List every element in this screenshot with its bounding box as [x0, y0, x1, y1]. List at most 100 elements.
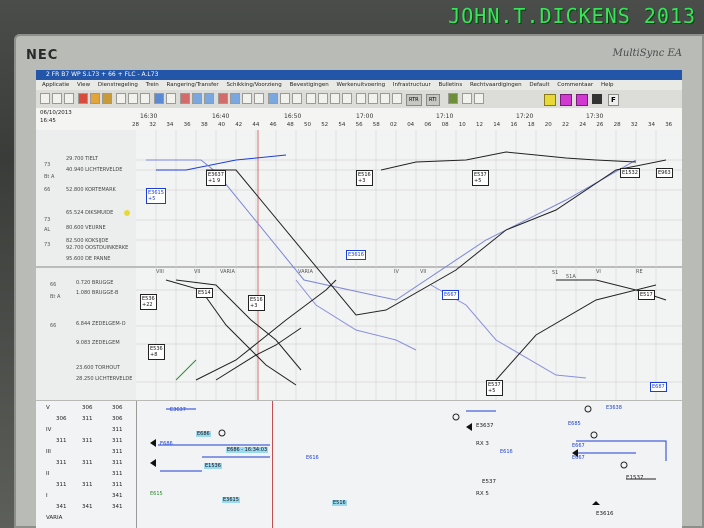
note-icon[interactable] [318, 93, 328, 104]
rti-button[interactable]: RTI [426, 94, 440, 106]
menu-bevestigingen[interactable]: Bevestigingen [290, 80, 329, 90]
train-label[interactable]: E516 +3 [356, 170, 373, 186]
pan-icon[interactable] [116, 93, 126, 104]
occupancy-label[interactable]: E3616 [596, 511, 613, 517]
export-icon[interactable] [342, 93, 352, 104]
stop-icon[interactable] [78, 93, 88, 104]
sync-icon[interactable] [268, 93, 278, 104]
save-icon[interactable] [64, 93, 74, 104]
minute-label: 08 [441, 122, 449, 128]
marker2-icon[interactable] [576, 94, 588, 106]
grid-icon[interactable] [128, 93, 138, 104]
minute-label: 06 [424, 122, 432, 128]
track-capacity: 311 [112, 427, 123, 433]
menu-werkenuitvoering[interactable]: Werkenuitvoering [337, 80, 386, 90]
occupancy-label[interactable]: E686 - 16:34:03 [226, 447, 269, 453]
menu-infrastructuur[interactable]: Infrastructuur [393, 80, 431, 90]
train-label[interactable]: E687 [650, 382, 667, 392]
train-label[interactable]: E3615 +5 [146, 188, 166, 204]
station-label: 28.250 LICHTERVELDE [76, 376, 133, 382]
info-icon[interactable] [380, 93, 390, 104]
cross-icon[interactable] [180, 93, 190, 104]
menu-trein[interactable]: Trein [146, 80, 159, 90]
track-capacity: 311 [56, 482, 67, 488]
new-icon[interactable] [40, 93, 50, 104]
minute-label: 42 [235, 122, 243, 128]
menu-commentaar[interactable]: Commentaar [557, 80, 593, 90]
occupancy-label[interactable]: E686 [196, 431, 211, 437]
line-number: 73 [44, 217, 51, 223]
occupancy-label[interactable]: E3615 [222, 497, 240, 503]
platform-icon[interactable] [242, 93, 252, 104]
rtr-button[interactable]: RTR [406, 94, 422, 106]
occupancy-label[interactable]: E667 [572, 443, 585, 449]
table-icon[interactable] [166, 93, 176, 104]
train-back-icon[interactable] [204, 93, 214, 104]
train-label[interactable]: E537 +5 [472, 170, 489, 186]
clock-icon[interactable] [306, 93, 316, 104]
occupancy-label[interactable]: E3637 [170, 407, 186, 413]
occupancy-label[interactable]: E1536 [204, 463, 222, 469]
train-label[interactable]: E963 [656, 168, 673, 178]
occupancy-label[interactable]: E616 [500, 449, 513, 455]
search-icon[interactable] [368, 93, 378, 104]
help-icon[interactable] [392, 93, 402, 104]
snap-icon[interactable] [140, 93, 150, 104]
menu-view[interactable]: View [77, 80, 90, 90]
open-icon[interactable] [52, 93, 62, 104]
menu-dienstregeling[interactable]: Dienstregeling [98, 80, 138, 90]
station-label: 6.844 ZEDELGEM-O [76, 321, 126, 327]
conflict-icon[interactable] [218, 93, 228, 104]
train-label[interactable]: E517 [638, 290, 655, 300]
occupancy-label[interactable]: E3637 [476, 423, 493, 429]
flag-icon[interactable] [292, 93, 302, 104]
occupancy-label[interactable]: E3638 [606, 405, 622, 411]
train-label[interactable]: E516 +3 [248, 295, 265, 311]
check-icon[interactable] [280, 93, 290, 104]
occupancy-label[interactable]: E516 [332, 500, 347, 506]
train-label[interactable]: E667 [442, 290, 459, 300]
occupancy-label[interactable]: RX 5 [476, 491, 489, 497]
train-label[interactable]: E536 +8 [148, 344, 165, 360]
menu-bulletins[interactable]: Bulletins [438, 80, 462, 90]
occupancy-label[interactable]: E685 [568, 421, 581, 427]
occupancy-label[interactable]: E667 [572, 455, 585, 461]
highlight-icon[interactable] [544, 94, 556, 106]
menu-default[interactable]: Default [529, 80, 549, 90]
marker-icon[interactable] [560, 94, 572, 106]
menu-applicatie[interactable]: Applicatie [42, 80, 69, 90]
reroute-icon[interactable] [230, 93, 240, 104]
route-icon[interactable] [154, 93, 164, 104]
zoom-in-icon[interactable] [90, 93, 100, 104]
occupancy-label[interactable]: E686 [160, 441, 173, 447]
window-icon[interactable] [474, 93, 484, 104]
train-forward-icon[interactable] [192, 93, 202, 104]
menu-schikking[interactable]: Schikking/Voorzieng [226, 80, 281, 90]
train-label[interactable]: E3637 +1 9 [206, 170, 226, 186]
list-icon[interactable] [254, 93, 264, 104]
layer-icon[interactable] [462, 93, 472, 104]
zoom-out-icon[interactable] [102, 93, 112, 104]
menu-rangering[interactable]: Rangering/Transfer [167, 80, 219, 90]
train-label[interactable]: E514 [196, 288, 213, 298]
train-label[interactable]: E1532 [620, 168, 640, 178]
train-label[interactable]: E537 +5 [486, 380, 503, 396]
train-label[interactable]: E536 +22 [140, 294, 157, 310]
menu-rechtvaardigingen[interactable]: Rechtvaardigingen [470, 80, 522, 90]
hour-label: 16:30 [140, 113, 158, 120]
occupancy-label[interactable]: E616 [306, 455, 319, 461]
signal-icon[interactable] [448, 93, 458, 104]
tool-icon[interactable] [592, 94, 602, 104]
platform-occupancy: V 306 306 306 311 306 IV 311 311 311 311 III 311 311 3… [36, 400, 682, 528]
occupancy-label[interactable]: RX 3 [476, 441, 489, 447]
f-button[interactable]: F [608, 94, 619, 106]
train-label[interactable]: E3616 [346, 250, 366, 260]
occupancy-label[interactable]: E1537 [626, 475, 643, 481]
minute-label: 34 [166, 122, 174, 128]
occupancy-label[interactable]: E615 [150, 491, 163, 497]
minute-label: 10 [458, 122, 466, 128]
print-icon[interactable] [330, 93, 340, 104]
filter-icon[interactable] [356, 93, 366, 104]
occupancy-label[interactable]: E537 [482, 479, 496, 485]
menu-help[interactable]: Help [601, 80, 614, 90]
